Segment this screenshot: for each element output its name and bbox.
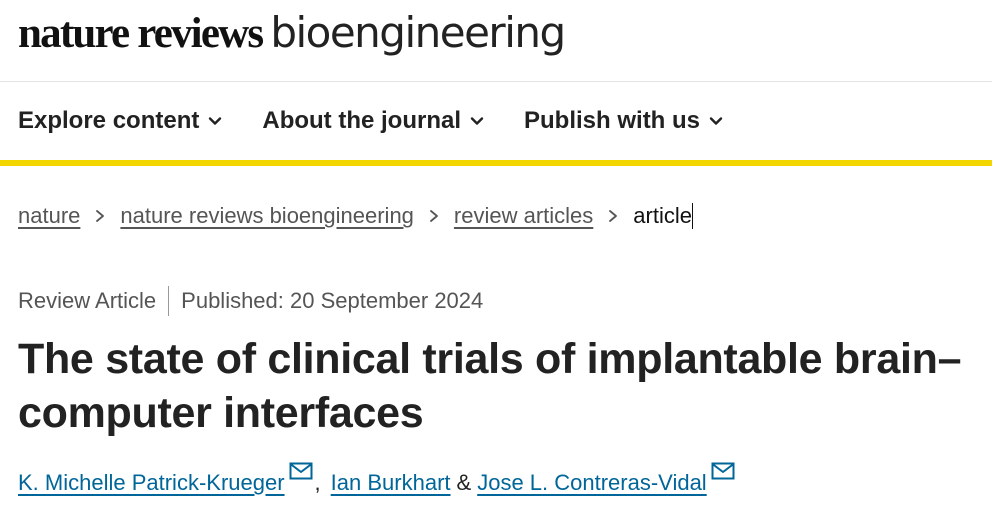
- breadcrumb-journal[interactable]: nature reviews bioengineering: [120, 203, 414, 229]
- author-link[interactable]: K. Michelle Patrick-Krueger: [18, 470, 285, 496]
- breadcrumb-current: article: [633, 203, 692, 228]
- breadcrumb: nature nature reviews bioengineering rev…: [18, 203, 693, 229]
- main-nav: Explore content About the journal Publis…: [0, 82, 992, 166]
- nav-about-journal[interactable]: About the journal: [262, 107, 484, 135]
- chevron-down-icon: [209, 117, 222, 125]
- journal-logo[interactable]: nature reviews bioengineering: [18, 10, 566, 57]
- brand-nature: nature reviews: [18, 10, 264, 57]
- article-type: Review Article: [18, 286, 170, 316]
- mail-icon[interactable]: [289, 462, 313, 480]
- chevron-down-icon: [470, 117, 484, 125]
- nav-item-label: Explore content: [18, 107, 200, 134]
- chevron-right-icon: [430, 210, 438, 222]
- nav-publish-with-us[interactable]: Publish with us: [524, 107, 723, 135]
- breadcrumb-nature[interactable]: nature: [18, 203, 80, 229]
- nav-item-label: About the journal: [262, 107, 462, 134]
- chevron-right-icon: [96, 210, 105, 222]
- author-link[interactable]: Jose L. Contreras-Vidal: [477, 470, 707, 496]
- publish-date: Published: 20 September 2024: [181, 288, 484, 313]
- mail-icon[interactable]: [711, 462, 735, 480]
- article-title-line1: The state of clinical trials of implanta…: [18, 335, 962, 383]
- chevron-down-icon: [709, 117, 723, 125]
- author-separator: &: [456, 470, 472, 495]
- author-list: K. Michelle Patrick-Krueger , Ian Burkha…: [18, 462, 735, 496]
- nav-item-label: Publish with us: [524, 107, 701, 134]
- article-meta: Review Article Published: 20 September 2…: [18, 286, 483, 316]
- article-title-line2: computer interfaces: [18, 389, 424, 437]
- site-header: nature reviews bioengineering: [0, 0, 992, 82]
- author-link[interactable]: Ian Burkhart: [331, 470, 451, 496]
- breadcrumb-review-articles[interactable]: review articles: [454, 203, 593, 229]
- chevron-right-icon: [609, 210, 618, 222]
- brand-journal: bioengineering: [270, 8, 566, 57]
- nav-explore-content[interactable]: Explore content: [18, 107, 222, 135]
- article-title: The state of clinical trials of implanta…: [18, 332, 978, 440]
- author-separator: ,: [314, 470, 321, 495]
- text-cursor: [691, 203, 693, 229]
